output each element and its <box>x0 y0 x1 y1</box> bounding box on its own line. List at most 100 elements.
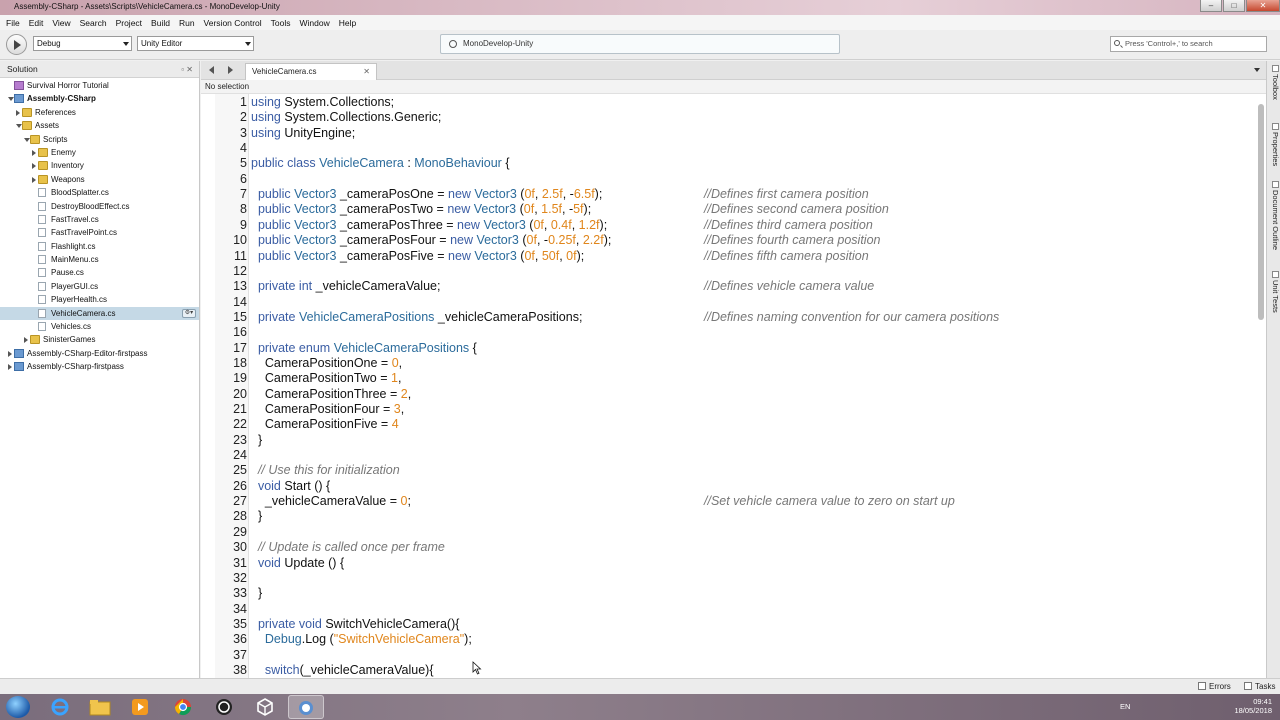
tree-item-sinistergames[interactable]: SinisterGames <box>0 333 199 346</box>
collapsed-arrow-icon[interactable] <box>32 176 36 183</box>
vertical-scrollbar[interactable] <box>1258 100 1264 674</box>
target-select[interactable]: Unity Editor <box>137 36 254 51</box>
code-line[interactable]: 26 void Start () { <box>201 479 1251 494</box>
code-line[interactable]: 15 private VehicleCameraPositions _vehic… <box>201 310 1251 325</box>
path-bar[interactable]: No selection <box>201 80 1266 94</box>
code-line[interactable]: 19 CameraPositionTwo = 1, <box>201 371 1251 386</box>
code-line[interactable]: 31 void Update () { <box>201 556 1251 571</box>
code-line[interactable]: 4 <box>201 141 1251 156</box>
code-line[interactable]: 5 public class VehicleCamera : MonoBehavi… <box>201 156 1251 171</box>
item-options-icon[interactable]: ⚙▾ <box>182 308 196 318</box>
tree-item-scripts[interactable]: Scripts <box>0 133 199 146</box>
run-button[interactable] <box>6 34 27 55</box>
tree-item-vehicles-cs[interactable]: Vehicles.cs <box>0 320 199 333</box>
tab-dropdown-icon[interactable] <box>1254 68 1260 72</box>
obs-icon[interactable] <box>206 695 242 719</box>
close-tab-icon[interactable]: ✕ <box>363 64 370 80</box>
tree-item-survival-horror-tutorial[interactable]: Survival Horror Tutorial <box>0 79 199 92</box>
code-line[interactable]: 23 } <box>201 433 1251 448</box>
collapsed-arrow-icon[interactable] <box>32 163 36 170</box>
tree-item-flashlight-cs[interactable]: Flashlight.cs <box>0 240 199 253</box>
code-line[interactable]: 8 public Vector3 _cameraPosTwo = new Vec… <box>201 202 1251 217</box>
chrome-icon[interactable] <box>165 695 201 719</box>
monodevelop-icon[interactable] <box>288 695 324 719</box>
minimize-button[interactable]: – <box>1200 0 1222 12</box>
code-line[interactable]: 13 private int _vehicleCameraValue; //Def… <box>201 279 1251 294</box>
ie-icon[interactable] <box>42 695 78 719</box>
code-line[interactable]: 24 <box>201 448 1251 463</box>
code-line[interactable]: 37 <box>201 648 1251 663</box>
pad-controls[interactable]: ▫ ✕ <box>181 61 193 78</box>
code-line[interactable]: 34 <box>201 602 1251 617</box>
code-line[interactable]: 28 } <box>201 509 1251 524</box>
collapsed-arrow-icon[interactable] <box>8 350 12 357</box>
tree-item-playergui-cs[interactable]: PlayerGUI.cs <box>0 280 199 293</box>
explorer-icon[interactable] <box>82 695 118 719</box>
dock-tab-document-outline[interactable]: Document Outline <box>1268 181 1280 250</box>
code-line[interactable]: 12 <box>201 264 1251 279</box>
code-line[interactable]: 6 <box>201 172 1251 187</box>
errors-button[interactable]: Errors <box>1198 681 1231 693</box>
menu-window[interactable]: Window <box>300 18 330 28</box>
tab-vehiclecamera[interactable]: VehicleCamera.cs ✕ <box>245 63 377 80</box>
code-line[interactable]: 27 _vehicleCameraValue = 0; //Set vehicle… <box>201 494 1251 509</box>
tree-item-pause-cs[interactable]: Pause.cs <box>0 266 199 279</box>
tree-item-assembly-csharp-editor-firstpass[interactable]: Assembly-CSharp-Editor-firstpass <box>0 347 199 360</box>
code-line[interactable]: 7 public Vector3 _cameraPosOne = new Vec… <box>201 187 1251 202</box>
tree-item-destroybloodeffect-cs[interactable]: DestroyBloodEffect.cs <box>0 200 199 213</box>
menu-search[interactable]: Search <box>80 18 107 28</box>
code-line[interactable]: 18 CameraPositionOne = 0, <box>201 356 1251 371</box>
tree-item-fasttravel-cs[interactable]: FastTravel.cs <box>0 213 199 226</box>
collapsed-arrow-icon[interactable] <box>24 337 28 344</box>
code-line[interactable]: 33 } <box>201 586 1251 601</box>
configuration-select[interactable]: Debug <box>33 36 132 51</box>
search-input[interactable]: Press 'Control+,' to search <box>1110 36 1267 52</box>
language-indicator[interactable]: EN <box>1120 702 1130 711</box>
menu-run[interactable]: Run <box>179 18 195 28</box>
start-button[interactable] <box>6 696 30 718</box>
code-line[interactable]: 16 <box>201 325 1251 340</box>
collapsed-arrow-icon[interactable] <box>32 149 36 156</box>
collapsed-arrow-icon[interactable] <box>16 109 20 116</box>
menu-build[interactable]: Build <box>151 18 170 28</box>
tree-item-weapons[interactable]: Weapons <box>0 173 199 186</box>
tree-item-vehiclecamera-cs[interactable]: VehicleCamera.cs ⚙▾ <box>0 306 199 321</box>
tree-item-assembly-csharp-firstpass[interactable]: Assembly-CSharp-firstpass <box>0 360 199 373</box>
code-line[interactable]: 2 using System.Collections.Generic; <box>201 110 1251 125</box>
code-line[interactable]: 10 public Vector3 _cameraPosFour = new V… <box>201 233 1251 248</box>
menu-project[interactable]: Project <box>116 18 142 28</box>
clock[interactable]: 09:41 18/05/2018 <box>1234 697 1272 715</box>
tree-item-bloodsplatter-cs[interactable]: BloodSplatter.cs <box>0 186 199 199</box>
code-line[interactable]: 22 CameraPositionFive = 4 <box>201 417 1251 432</box>
menu-help[interactable]: Help <box>339 18 356 28</box>
tree-item-assembly-csharp[interactable]: Assembly-CSharp <box>0 92 199 105</box>
tree-item-inventory[interactable]: Inventory <box>0 159 199 172</box>
code-line[interactable]: 25 // Use this for initialization <box>201 463 1251 478</box>
media-player-icon[interactable] <box>122 695 158 719</box>
menu-file[interactable]: File <box>6 18 20 28</box>
close-button[interactable]: ✕ <box>1246 0 1280 12</box>
menu-edit[interactable]: Edit <box>29 18 44 28</box>
code-line[interactable]: 3 using UnityEngine; <box>201 126 1251 141</box>
dock-tab-toolbox[interactable]: Toolbox <box>1268 65 1280 100</box>
tree-item-enemy[interactable]: Enemy <box>0 146 199 159</box>
tree-item-references[interactable]: References <box>0 106 199 119</box>
dock-tab-properties[interactable]: Properties <box>1268 123 1280 166</box>
tasks-button[interactable]: Tasks <box>1244 681 1275 693</box>
code-line[interactable]: 1 using System.Collections; <box>201 95 1251 110</box>
code-line[interactable]: 14 <box>201 295 1251 310</box>
nav-forward-icon[interactable] <box>228 66 233 74</box>
tree-item-fasttravelpoint-cs[interactable]: FastTravelPoint.cs <box>0 226 199 239</box>
collapsed-arrow-icon[interactable] <box>8 364 12 371</box>
code-line[interactable]: 32 <box>201 571 1251 586</box>
tree-item-playerhealth-cs[interactable]: PlayerHealth.cs <box>0 293 199 306</box>
menu-view[interactable]: View <box>52 18 70 28</box>
menu-tools[interactable]: Tools <box>271 18 291 28</box>
code-line[interactable]: 21 CameraPositionFour = 3, <box>201 402 1251 417</box>
code-editor[interactable]: 1 using System.Collections; 2 using System.… <box>201 94 1266 678</box>
code-line[interactable]: 29 <box>201 525 1251 540</box>
tree-item-mainmenu-cs[interactable]: MainMenu.cs <box>0 253 199 266</box>
code-line[interactable]: 17 private enum VehicleCameraPositions { <box>201 341 1251 356</box>
code-line[interactable]: 38 switch(_vehicleCameraValue){ <box>201 663 1251 678</box>
scrollbar-thumb[interactable] <box>1258 104 1264 320</box>
